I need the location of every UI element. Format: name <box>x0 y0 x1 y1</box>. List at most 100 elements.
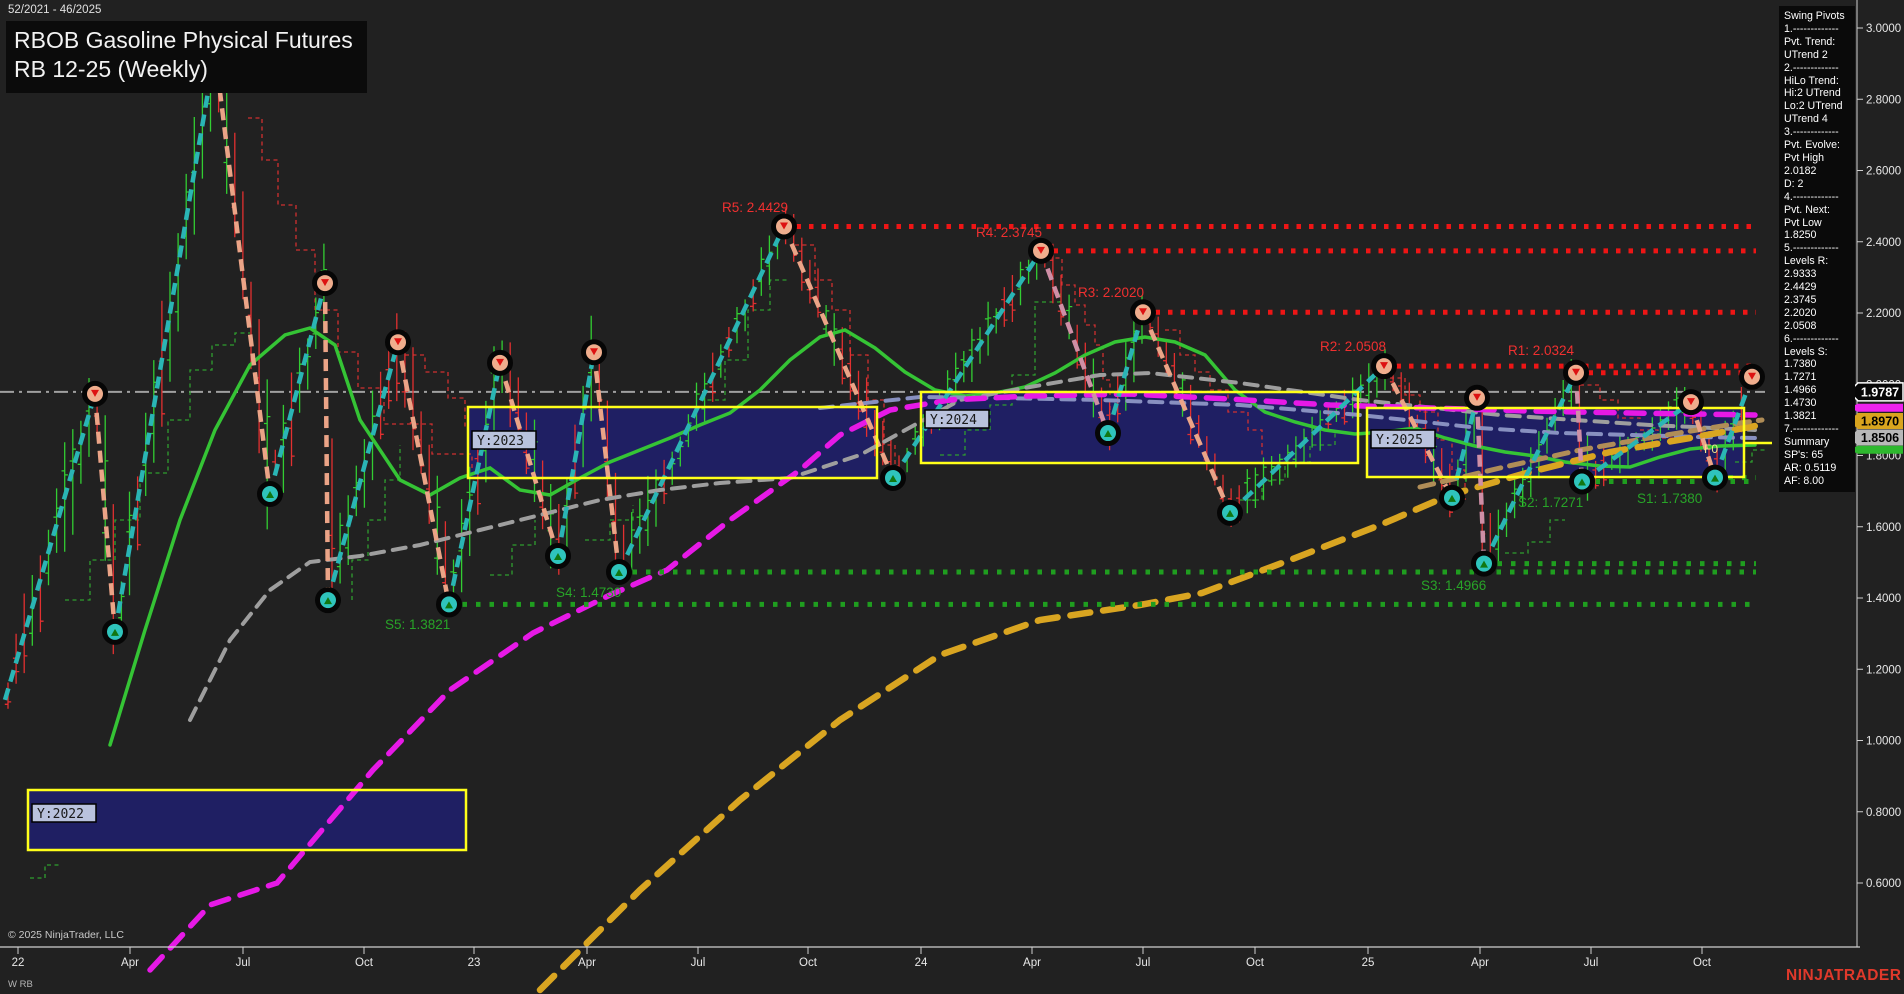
time-axis-label: 25 <box>1362 957 1375 969</box>
panel-line: 5.------------- <box>1784 242 1850 255</box>
panel-line: 1.8250 <box>1784 229 1850 242</box>
price-flag <box>1849 446 1903 454</box>
hilo-trails <box>30 118 1768 878</box>
support-label: S4: 1.4730 <box>556 585 621 600</box>
time-axis-label: 22 <box>12 957 25 969</box>
price-axis-label: 1.4000 <box>1866 593 1901 605</box>
panel-line: Pvt. Next: <box>1784 204 1850 217</box>
price-axis-label: 3.0000 <box>1866 23 1901 35</box>
price-axis-label: 0.6000 <box>1866 878 1901 890</box>
price-axis-label: 2.4000 <box>1866 237 1901 249</box>
instrument-tag: W RB <box>8 979 33 990</box>
resistance-label: R1: 2.0324 <box>1508 343 1575 358</box>
date-range-label: 52/2021 - 46/2025 <box>8 4 101 16</box>
price-axis-label: 2.6000 <box>1866 166 1901 178</box>
ma-gold-dashed <box>540 426 1755 990</box>
resistance-label: R3: 2.2020 <box>1078 285 1144 300</box>
year-box-label: Y:2025 <box>1376 433 1423 448</box>
panel-line: 2.2020 <box>1784 307 1850 320</box>
chart-canvas[interactable]: Y:2022 Y:2023 Y:2024 Y:2025 F0 R5: 2.4429 R4: … <box>0 0 1904 994</box>
price-axis[interactable]: 3.00002.80002.60002.40002.20002.00001.80… <box>1849 0 1903 947</box>
panel-line: UTrend 4 <box>1784 113 1850 126</box>
panel-line: D: 2 <box>1784 178 1850 191</box>
f0-label: F0 <box>1704 442 1718 456</box>
ma-green-solid <box>110 328 1755 745</box>
time-axis-label: Jul <box>691 957 706 969</box>
panel-line: 3.------------- <box>1784 126 1850 139</box>
panel-line: 1.4730 <box>1784 397 1850 410</box>
price-flag-text: 1.8970 <box>1861 414 1899 428</box>
time-axis-label: Apr <box>578 957 596 969</box>
panel-line: Levels R: <box>1784 255 1850 268</box>
panel-line: AF: 8.00 <box>1784 475 1850 488</box>
panel-line: 2.3745 <box>1784 294 1850 307</box>
time-axis-label: Jul <box>1136 957 1151 969</box>
time-axis[interactable]: 22 Apr Jul Oct 23 Apr Jul Oct 24 Apr Jul Oct 25 Apr Ju… <box>0 947 1860 969</box>
resistance-label: R4: 2.3745 <box>976 225 1042 240</box>
panel-line: 2.------------- <box>1784 62 1850 75</box>
panel-line: AR: 0.5119 <box>1784 462 1850 475</box>
time-axis-label: 23 <box>468 957 481 969</box>
price-axis-label: 2.8000 <box>1866 94 1901 106</box>
support-label: S2: 1.7271 <box>1518 495 1583 510</box>
price-flag-text: 1.8506 <box>1861 431 1899 445</box>
price-bars <box>5 33 1745 709</box>
support-label: S5: 1.3821 <box>385 617 450 632</box>
panel-line: 7.------------- <box>1784 423 1850 436</box>
time-axis-label: Oct <box>355 957 374 969</box>
price-axis-label: 1.6000 <box>1866 522 1901 534</box>
resistance-label: R2: 2.0508 <box>1320 339 1386 354</box>
panel-line: HiLo Trend: <box>1784 75 1850 88</box>
panel-line: Pvt Low <box>1784 217 1850 230</box>
chart-window: Y:2022 Y:2023 Y:2024 Y:2025 F0 R5: 2.4429 R4: … <box>0 0 1904 994</box>
chart-title-line1: RBOB Gasoline Physical Futures <box>14 26 353 55</box>
panel-line: 2.0182 <box>1784 165 1850 178</box>
panel-line: 6.------------- <box>1784 333 1850 346</box>
year-box-label: Y:2024 <box>930 413 977 428</box>
panel-line: 1.4966 <box>1784 384 1850 397</box>
panel-line: Summary <box>1784 436 1850 449</box>
panel-line: Swing Pivots <box>1784 10 1850 23</box>
panel-line: 1.7271 <box>1784 371 1850 384</box>
panel-line: 1.------------- <box>1784 23 1850 36</box>
time-axis-label: Apr <box>1471 957 1489 969</box>
panel-line: Pvt High <box>1784 152 1850 165</box>
chart-title: RBOB Gasoline Physical Futures RB 12-25 … <box>6 21 367 93</box>
price-axis-label: 1.2000 <box>1866 664 1901 676</box>
time-axis-label: Oct <box>799 957 818 969</box>
time-axis-label: Jul <box>1584 957 1599 969</box>
panel-line: 4.------------- <box>1784 191 1850 204</box>
time-axis-label: Oct <box>1693 957 1712 969</box>
time-axis-label: Apr <box>1023 957 1041 969</box>
swing-pivots-panel[interactable]: Swing Pivots1.-------------Pvt. Trend:UT… <box>1779 6 1855 492</box>
resistance-label: R5: 2.4429 <box>722 200 788 215</box>
panel-line: 2.9333 <box>1784 268 1850 281</box>
year-box-label: Y:2022 <box>37 807 84 822</box>
time-axis-label: 24 <box>915 957 928 969</box>
price-axis-label: 1.0000 <box>1866 736 1901 748</box>
pivot-markers[interactable] <box>85 41 1763 642</box>
price-axis-label: 0.8000 <box>1866 807 1901 819</box>
panel-line: UTrend 2 <box>1784 49 1850 62</box>
time-axis-label: Oct <box>1246 957 1265 969</box>
ninjatrader-logo: NINJATRADER <box>1786 967 1901 985</box>
panel-line: Levels S: <box>1784 346 1850 359</box>
support-label: S3: 1.4966 <box>1421 578 1486 593</box>
panel-line: 1.7380 <box>1784 358 1850 371</box>
panel-line: Lo:2 UTrend <box>1784 100 1850 113</box>
panel-line: Hi:2 UTrend <box>1784 87 1850 100</box>
time-axis-label: Jul <box>236 957 251 969</box>
copyright-text: © 2025 NinjaTrader, LLC <box>8 929 124 941</box>
time-axis-label: Apr <box>121 957 139 969</box>
year-box-label: Y:2023 <box>477 434 524 449</box>
panel-line: 1.3821 <box>1784 410 1850 423</box>
panel-line: 2.4429 <box>1784 281 1850 294</box>
price-flag-text: 1.9787 <box>1861 385 1899 399</box>
panel-line: Pvt. Evolve: <box>1784 139 1850 152</box>
chart-title-line2: RB 12-25 (Weekly) <box>14 55 353 84</box>
panel-line: SP's: 65 <box>1784 449 1850 462</box>
price-flag <box>1849 404 1903 412</box>
panel-line: Pvt. Trend: <box>1784 36 1850 49</box>
support-label: S1: 1.7380 <box>1637 491 1702 506</box>
panel-line: 2.0508 <box>1784 320 1850 333</box>
